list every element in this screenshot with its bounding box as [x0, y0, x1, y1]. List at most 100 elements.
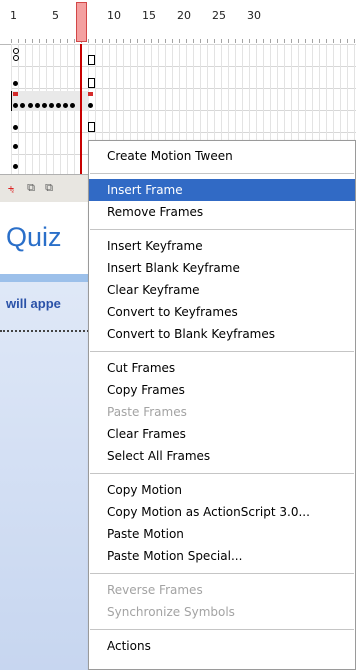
- keyframe-icon: [63, 103, 68, 108]
- menu-item-create-motion-tween[interactable]: Create Motion Tween: [89, 145, 355, 167]
- menu-item-select-all-frames[interactable]: Select All Frames: [89, 445, 355, 467]
- layer-row[interactable]: [11, 134, 91, 155]
- menu-item-paste-motion-special[interactable]: Paste Motion Special...: [89, 545, 355, 567]
- ruler-tick: [116, 39, 117, 43]
- ruler-tick: [305, 39, 306, 43]
- ruler-number: 25: [212, 9, 226, 22]
- stage-text: will appe: [6, 296, 61, 311]
- menu-item-actions[interactable]: Actions: [89, 635, 355, 657]
- keyframe-icon: [28, 103, 33, 108]
- ruler-tick: [284, 39, 285, 43]
- stage-title: Quiz: [6, 222, 62, 252]
- menu-separator: [90, 229, 354, 230]
- ruler-tick: [214, 39, 215, 43]
- ruler-tick: [242, 39, 243, 43]
- ruler-tick: [130, 39, 131, 43]
- ruler-tick: [95, 39, 96, 43]
- keyframe-icon: [13, 144, 18, 149]
- ruler-tick: [340, 39, 341, 43]
- ruler-tick: [39, 39, 40, 43]
- keyframe-icon: [56, 103, 61, 108]
- frame-end-icon: [88, 78, 95, 88]
- ruler-tick: [249, 39, 250, 43]
- menu-item-paste-frames: Paste Frames: [107, 405, 187, 419]
- menu-item-insert-blank-keyframe[interactable]: Insert Blank Keyframe: [89, 257, 355, 279]
- ruler-number: 30: [247, 9, 261, 22]
- ruler-tick: [137, 39, 138, 43]
- menu-separator: [90, 473, 354, 474]
- menu-separator: [90, 629, 354, 630]
- keyframe-icon: [70, 103, 75, 108]
- layer-row[interactable]: [11, 46, 95, 67]
- menu-item-remove-frames[interactable]: Remove Frames: [89, 201, 355, 223]
- ruler-tick: [263, 39, 264, 43]
- ruler-tick: [326, 39, 327, 43]
- keyframe-icon: [13, 164, 18, 169]
- layer-row[interactable]: [11, 68, 95, 89]
- ruler-tick: [298, 39, 299, 43]
- ruler-tick: [158, 39, 159, 43]
- ruler-number: 10: [107, 9, 121, 22]
- ruler-tick: [165, 39, 166, 43]
- menu-item-cut-frames[interactable]: Cut Frames: [89, 357, 355, 379]
- ruler-tick: [123, 39, 124, 43]
- empty-keyframe-icon: [13, 55, 19, 61]
- layer-row[interactable]: [11, 112, 95, 133]
- menu-item-insert-frame[interactable]: Insert Frame: [89, 179, 355, 201]
- ruler-tick: [235, 39, 236, 43]
- ruler-tick: [200, 39, 201, 43]
- ruler-tick: [354, 39, 355, 43]
- ruler-tick: [186, 39, 187, 43]
- menu-item-insert-keyframe[interactable]: Insert Keyframe: [89, 235, 355, 257]
- menu-separator: [90, 573, 354, 574]
- ruler-tick: [312, 39, 313, 43]
- frame-ruler[interactable]: 1 5 10 15 20 25 30: [0, 0, 356, 45]
- ruler-tick: [67, 39, 68, 43]
- ruler-tick: [46, 39, 47, 43]
- ruler-tick: [319, 39, 320, 43]
- ruler-tick: [102, 39, 103, 43]
- ruler-tick: [32, 39, 33, 43]
- ruler-number: 5: [52, 9, 59, 22]
- ruler-tick: [25, 39, 26, 43]
- ruler-tick: [193, 39, 194, 43]
- context-menu: Create Motion Tween Insert Frame Remove Fr…: [88, 140, 356, 670]
- ruler-tick: [88, 39, 89, 43]
- menu-item-convert-to-keyframes[interactable]: Convert to Keyframes: [89, 301, 355, 323]
- keyframe-icon: [35, 103, 40, 108]
- ruler-tick: [11, 39, 12, 43]
- keyframe-icon: [13, 103, 18, 108]
- ruler-tick: [277, 39, 278, 43]
- onion-outline-icon[interactable]: ⧉: [42, 181, 56, 195]
- ruler-tick: [347, 39, 348, 43]
- label-flag-icon: [88, 92, 93, 96]
- playhead-line: [80, 44, 82, 174]
- ruler-number: 1: [10, 9, 17, 22]
- menu-item-clear-frames[interactable]: Clear Frames: [89, 423, 355, 445]
- ruler-number: 20: [177, 9, 191, 22]
- ruler-tick: [109, 39, 110, 43]
- ruler-tick: [144, 39, 145, 43]
- menu-item-clear-keyframe[interactable]: Clear Keyframe: [89, 279, 355, 301]
- ruler-tick: [18, 39, 19, 43]
- center-frame-icon[interactable]: ⨧: [4, 181, 18, 195]
- ruler-tick: [53, 39, 54, 43]
- ruler-tick: [270, 39, 271, 43]
- ruler-tick: [228, 39, 229, 43]
- layer-row[interactable]: [11, 90, 93, 111]
- menu-item-copy-motion[interactable]: Copy Motion: [89, 479, 355, 501]
- ruler-tick: [60, 39, 61, 43]
- menu-item-copy-motion-as-actionscript-3-0[interactable]: Copy Motion as ActionScript 3.0...: [89, 501, 355, 523]
- ruler-tick: [74, 39, 75, 43]
- menu-item-copy-frames[interactable]: Copy Frames: [89, 379, 355, 401]
- empty-keyframe-icon: [13, 48, 19, 54]
- menu-item-paste-motion[interactable]: Paste Motion: [89, 523, 355, 545]
- menu-separator: [90, 351, 354, 352]
- playhead[interactable]: [76, 2, 87, 42]
- ruler-number: 15: [142, 9, 156, 22]
- keyframe-icon: [88, 103, 93, 108]
- label-flag-icon: [13, 92, 18, 96]
- menu-item-convert-to-blank-keyframes[interactable]: Convert to Blank Keyframes: [89, 323, 355, 345]
- frame-end-icon: [88, 55, 95, 65]
- onion-skin-icon[interactable]: ⧉: [24, 181, 38, 195]
